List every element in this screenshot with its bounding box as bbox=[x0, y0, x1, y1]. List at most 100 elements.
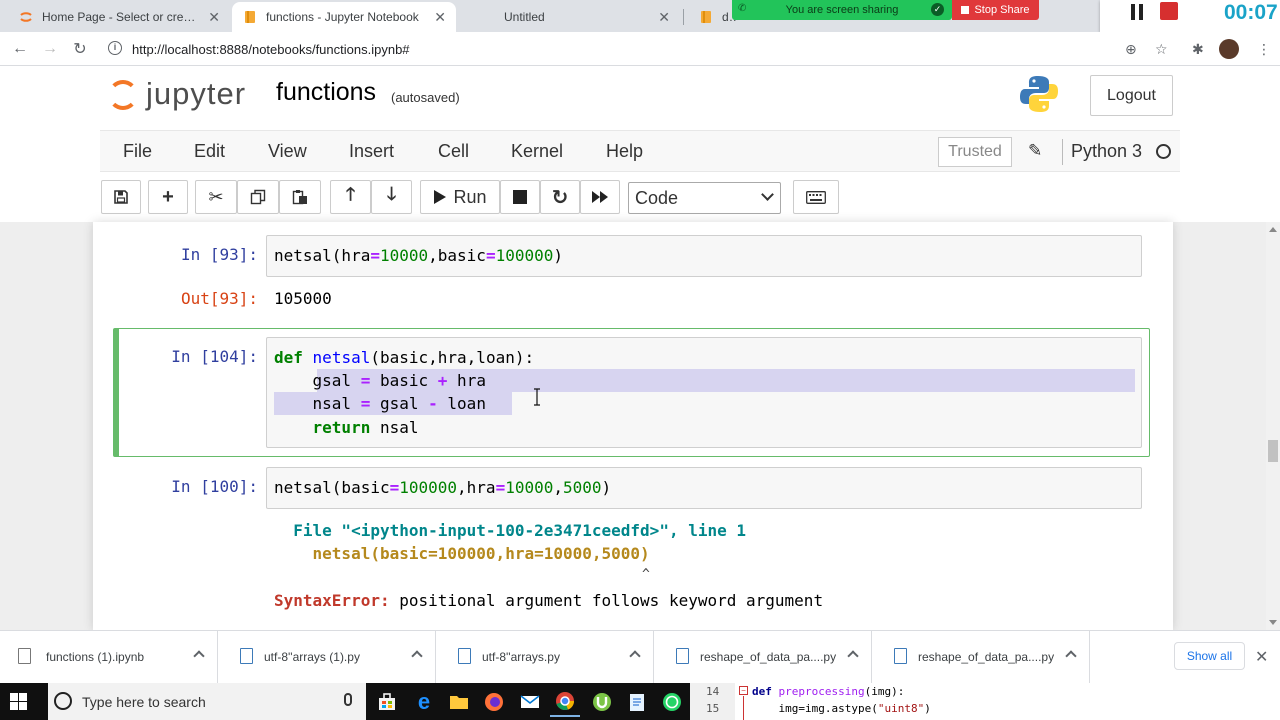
save-button[interactable] bbox=[101, 180, 141, 214]
extensions-icon[interactable]: ✱ bbox=[1192, 41, 1204, 58]
save-icon bbox=[114, 190, 128, 204]
notebook-favicon-icon bbox=[698, 9, 714, 25]
menu-insert[interactable]: Insert bbox=[349, 141, 394, 162]
browser-menu-icon[interactable]: ⋮ bbox=[1257, 41, 1271, 58]
download-item[interactable]: reshape_of_data_pa....py bbox=[654, 631, 872, 684]
download-filename: functions (1).ipynb bbox=[46, 650, 145, 664]
error-description: positional argument follows keyword argu… bbox=[389, 591, 824, 610]
close-tab-icon[interactable]: ✕ bbox=[434, 9, 446, 26]
record-stop-icon[interactable] bbox=[1160, 2, 1178, 20]
show-all-downloads-button[interactable]: Show all bbox=[1174, 642, 1245, 670]
forward-icon[interactable]: → bbox=[40, 39, 60, 59]
code-line: img=img.astype("uint8") bbox=[752, 702, 931, 715]
interrupt-button[interactable] bbox=[500, 180, 540, 214]
move-down-button[interactable]: 🡓 bbox=[371, 180, 412, 214]
download-filename: reshape_of_data_pa....py bbox=[918, 650, 1055, 664]
store-icon[interactable] bbox=[372, 687, 402, 717]
stop-share-button[interactable]: Stop Share bbox=[952, 0, 1039, 20]
restart-kernel-button[interactable]: ↻ bbox=[540, 180, 580, 214]
arrow-down-icon: 🡓 bbox=[386, 184, 397, 204]
menu-view[interactable]: View bbox=[268, 141, 307, 162]
scroll-down-icon[interactable] bbox=[1269, 620, 1277, 625]
error-caret: ^ bbox=[642, 567, 650, 582]
chrome-icon[interactable] bbox=[550, 687, 580, 717]
menu-cell[interactable]: Cell bbox=[438, 141, 469, 162]
back-icon[interactable]: ← bbox=[10, 39, 30, 59]
chevron-up-icon[interactable] bbox=[193, 650, 205, 662]
chevron-up-icon[interactable] bbox=[847, 650, 859, 662]
download-item[interactable]: reshape_of_data_pa....py bbox=[872, 631, 1090, 684]
chevron-up-icon[interactable] bbox=[1065, 650, 1077, 662]
scroll-thumb[interactable] bbox=[1268, 440, 1278, 462]
download-item[interactable]: utf-8''arrays.py bbox=[436, 631, 654, 684]
chevron-up-icon[interactable] bbox=[629, 650, 641, 662]
mail-icon[interactable] bbox=[515, 687, 545, 717]
kernel-separator bbox=[1062, 139, 1063, 165]
pause-icon[interactable] bbox=[1130, 4, 1144, 20]
scroll-up-icon[interactable] bbox=[1269, 227, 1277, 232]
paste-icon bbox=[292, 190, 307, 205]
kernel-name[interactable]: Python 3 bbox=[1071, 141, 1142, 162]
taskbar-search[interactable]: Type here to search bbox=[48, 683, 366, 720]
jupyter-logo-icon bbox=[108, 80, 138, 110]
url-field[interactable]: i http://localhost:8888/notebooks/functi… bbox=[102, 36, 1182, 62]
code-editor-preview[interactable]: 14 15 − def preprocessing(img): img=img.… bbox=[690, 683, 1280, 720]
file-explorer-icon[interactable] bbox=[444, 687, 474, 717]
command-palette-button[interactable] bbox=[793, 180, 839, 214]
microphone-icon[interactable] bbox=[344, 693, 352, 706]
tab-title: Untitled bbox=[504, 10, 545, 24]
logout-button[interactable]: Logout bbox=[1090, 75, 1173, 116]
fold-marker-icon[interactable]: − bbox=[739, 686, 748, 695]
download-item[interactable]: functions (1).ipynb bbox=[0, 631, 218, 684]
copy-button[interactable] bbox=[237, 180, 279, 214]
notepad-icon[interactable] bbox=[622, 687, 652, 717]
firefox-icon[interactable] bbox=[479, 687, 509, 717]
windows-start-icon[interactable] bbox=[10, 693, 27, 710]
close-tab-icon[interactable]: ✕ bbox=[658, 9, 670, 26]
jupyter-header: jupyter functions (autosaved) Logout bbox=[0, 66, 1280, 130]
jupyter-logo[interactable]: jupyter bbox=[106, 74, 256, 114]
edit-pencil-icon[interactable]: ✎ bbox=[1028, 141, 1042, 161]
menu-file[interactable]: File bbox=[123, 141, 152, 162]
run-button[interactable]: Run bbox=[420, 180, 500, 214]
torrent-icon[interactable] bbox=[587, 687, 617, 717]
tab-functions-notebook[interactable]: functions - Jupyter Notebook ✕ bbox=[232, 2, 456, 32]
code-line: netsal(hra=10000,basic=100000) bbox=[274, 246, 564, 265]
info-icon[interactable]: i bbox=[108, 41, 122, 55]
menu-edit[interactable]: Edit bbox=[194, 141, 225, 162]
page-scrollbar[interactable] bbox=[1266, 222, 1280, 630]
jupyter-menu-bar: File Edit View Insert Cell Kernel Help T… bbox=[100, 130, 1180, 172]
zoom-icon[interactable]: ⊕ bbox=[1125, 41, 1137, 58]
edge-icon[interactable]: e bbox=[409, 687, 439, 717]
paste-button[interactable] bbox=[279, 180, 321, 214]
close-tab-icon[interactable]: ✕ bbox=[208, 9, 220, 26]
download-filename: utf-8''arrays.py bbox=[482, 650, 560, 664]
close-icon[interactable]: ✕ bbox=[1255, 647, 1268, 667]
cell-type-select[interactable]: Code bbox=[628, 182, 781, 214]
bookmark-star-icon[interactable]: ☆ bbox=[1155, 41, 1168, 58]
scissors-icon: ✂ bbox=[208, 186, 224, 207]
windows-taskbar: Type here to search e 14 15 − def prepro… bbox=[0, 683, 1280, 720]
stop-square-icon bbox=[513, 190, 527, 204]
restart-run-all-button[interactable] bbox=[580, 180, 620, 214]
cut-button[interactable]: ✂ bbox=[195, 180, 237, 214]
tab-home-page[interactable]: Home Page - Select or create a notebook … bbox=[8, 2, 230, 32]
move-up-button[interactable]: 🡑 bbox=[330, 180, 371, 214]
download-shelf: functions (1).ipynb utf-8''arrays (1).py… bbox=[0, 630, 1280, 684]
stop-icon bbox=[961, 6, 970, 14]
screen-share-banner[interactable]: ✆ You are screen sharing ✓ bbox=[732, 0, 952, 20]
error-file-line: File "<ipython-input-100-2e3471ceedfd>",… bbox=[274, 521, 747, 540]
chevron-up-icon[interactable] bbox=[411, 650, 423, 662]
download-item[interactable]: utf-8''arrays (1).py bbox=[218, 631, 436, 684]
autosave-status: (autosaved) bbox=[391, 90, 460, 105]
tab-untitled[interactable]: Untitled ✕ bbox=[470, 2, 680, 32]
notebook-name[interactable]: functions bbox=[276, 78, 376, 107]
profile-avatar[interactable] bbox=[1219, 39, 1239, 59]
reload-icon[interactable]: ↻ bbox=[70, 39, 90, 59]
output-prompt: Out[93]: bbox=[180, 289, 258, 308]
trusted-badge[interactable]: Trusted bbox=[938, 137, 1012, 167]
insert-cell-button[interactable]: + bbox=[148, 180, 188, 214]
menu-help[interactable]: Help bbox=[606, 141, 643, 162]
whatsapp-icon[interactable] bbox=[657, 687, 687, 717]
menu-kernel[interactable]: Kernel bbox=[511, 141, 563, 162]
